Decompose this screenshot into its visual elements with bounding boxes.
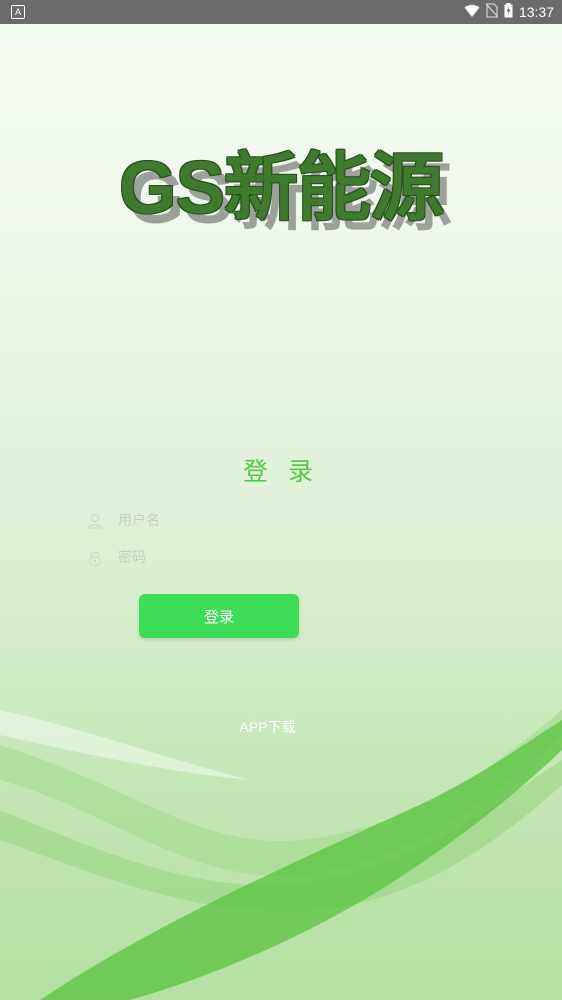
no-sim-icon	[485, 3, 499, 21]
login-button-label: 登录	[203, 607, 234, 626]
app-logo: GS新能源	[119, 146, 444, 229]
app-notification-icon: A	[11, 5, 25, 19]
username-input[interactable]	[116, 512, 310, 530]
login-title: 登 录	[243, 457, 319, 486]
password-field[interactable]	[86, 543, 316, 573]
wifi-icon	[464, 4, 480, 21]
status-icons: 13:37	[464, 0, 554, 24]
lock-icon	[86, 549, 104, 567]
password-input[interactable]	[116, 549, 310, 567]
status-bar: A 13:37	[0, 0, 562, 24]
app-download-link[interactable]: APP下载	[0, 717, 535, 737]
username-field[interactable]	[86, 506, 316, 536]
status-time: 13:37	[518, 4, 554, 20]
login-button[interactable]: 登录	[139, 594, 299, 638]
user-icon	[86, 512, 104, 530]
battery-charging-icon	[504, 3, 513, 21]
